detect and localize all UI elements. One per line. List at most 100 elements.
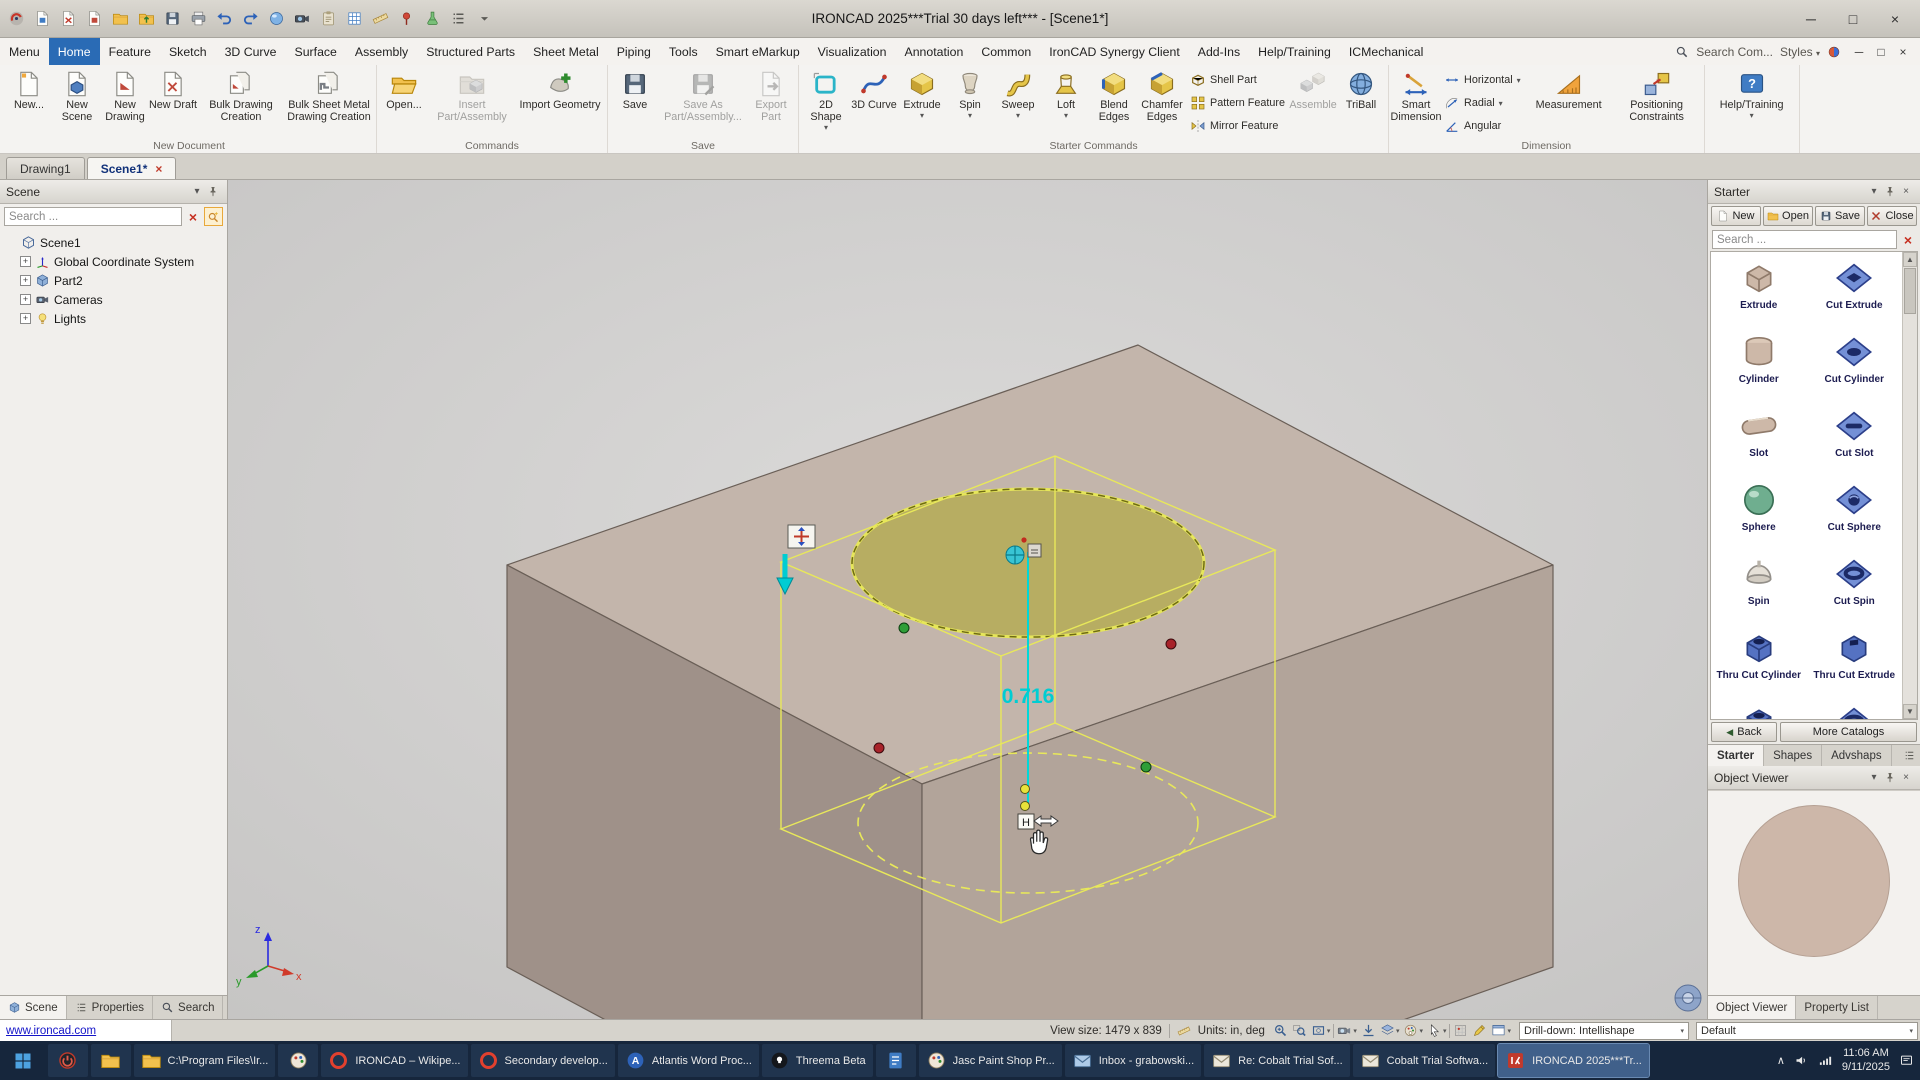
taskbar-item-jasc-paint-shop-pr[interactable]: Jasc Paint Shop Pr...	[918, 1044, 1062, 1077]
ribbon-button-shell-part[interactable]: Shell Part	[1186, 71, 1289, 89]
catalog-item-sphere[interactable]: Sphere	[1711, 478, 1807, 552]
height-handle[interactable]: H	[1017, 813, 1035, 830]
catalog-menu-icon[interactable]: ▾	[1866, 184, 1882, 200]
ribbon-button-spin[interactable]: Spin ▾	[946, 66, 994, 120]
taskbar-item-re-cobalt-trial-sof[interactable]: Re: Cobalt Trial Sof...	[1204, 1044, 1350, 1077]
ribbon-tab-home[interactable]: Home	[48, 38, 100, 65]
qat-flask-green-button[interactable]	[420, 7, 444, 31]
taskbar-item-c-program-files-ir[interactable]: C:\Program Files\Ir...	[133, 1044, 276, 1077]
taskbar-item-explorer[interactable]	[90, 1044, 131, 1077]
status-import-view-icon[interactable]	[1360, 1022, 1377, 1040]
clock[interactable]: 11:06 AM 9/11/2025	[1842, 1047, 1890, 1075]
taskbar-item-atlantis-word-proc[interactable]: A Atlantis Word Proc...	[617, 1044, 759, 1077]
ribbon-tab-icmechanical[interactable]: ICMechanical	[1340, 38, 1433, 65]
catalog-tab-shapes[interactable]: Shapes	[1764, 745, 1823, 766]
catalog-tab-advshaps[interactable]: Advshaps	[1822, 745, 1892, 766]
ribbon-tab-surface[interactable]: Surface	[286, 38, 346, 65]
ribbon-button-angular[interactable]: Angular	[1440, 117, 1525, 135]
ribbon-button-pattern-feature[interactable]: Pattern Feature	[1186, 94, 1289, 112]
status-camera-view-icon[interactable]: ▾	[1336, 1022, 1358, 1040]
catalog-clear-search-icon[interactable]: ×	[1900, 232, 1916, 248]
catalog-item-partial[interactable]	[1807, 700, 1903, 719]
status-window-mode-icon[interactable]: ▾	[1490, 1022, 1512, 1040]
ribbon-button-help-training[interactable]: ? Help/Training ▾	[1708, 66, 1796, 120]
qat-caret-dn-button[interactable]	[472, 7, 496, 31]
scrollbar-thumb[interactable]	[1904, 268, 1916, 314]
ribbon-button-smart-dimension[interactable]: Smart Dimension	[1391, 66, 1442, 123]
3d-canvas[interactable]: 0.716 H z x y	[228, 180, 1707, 1019]
ribbon-button-triball[interactable]: TriBall	[1337, 66, 1385, 111]
catalog-item-thru-cut-cylinder[interactable]: Thru Cut Cylinder	[1711, 626, 1807, 700]
ribbon-tab-smart-emarkup[interactable]: Smart eMarkup	[707, 38, 809, 65]
catalog-item-extrude[interactable]: Extrude	[1711, 256, 1807, 330]
ironcad-link[interactable]: www.ironcad.com	[0, 1020, 172, 1041]
ribbon-tab-annotation[interactable]: Annotation	[896, 38, 973, 65]
catalog-item-slot[interactable]: Slot	[1711, 404, 1807, 478]
catalog-close-button[interactable]: Close	[1867, 206, 1917, 226]
ribbon-button-save[interactable]: Save	[611, 66, 659, 111]
taskbar-item-secondary-develop[interactable]: Secondary develop...	[470, 1044, 615, 1077]
ribbon-button-bulk-drawing-creation[interactable]: Bulk Drawing Creation	[197, 66, 285, 123]
back-button[interactable]: ◀ Back	[1711, 722, 1777, 742]
ribbon-button-mirror-feature[interactable]: Mirror Feature	[1186, 117, 1289, 135]
expand-toggle-icon[interactable]: +	[20, 275, 31, 286]
catalog-list-view-icon[interactable]	[1903, 745, 1920, 766]
status-pencil-icon[interactable]	[1471, 1022, 1488, 1040]
ribbon-tab-ironcad-synergy-client[interactable]: IronCAD Synergy Client	[1040, 38, 1189, 65]
taskbar-item-inbox-grabowski[interactable]: Inbox - grabowski...	[1064, 1044, 1202, 1077]
ribbon-tab-visualization[interactable]: Visualization	[809, 38, 896, 65]
taskbar-item-paint[interactable]	[278, 1044, 319, 1077]
qat-clipboard-button[interactable]	[316, 7, 340, 31]
more-catalogs-button[interactable]: More Catalogs	[1780, 722, 1917, 742]
command-search-icon[interactable]	[1675, 45, 1689, 59]
catalog-scrollbar[interactable]: ▲ ▼	[1902, 252, 1917, 719]
ribbon-button-import-geometry[interactable]: Import Geometry	[516, 66, 604, 111]
ribbon-tab-menu[interactable]: Menu	[0, 38, 49, 65]
minimize-button[interactable]: ─	[1790, 4, 1832, 34]
panel-tab-property-list[interactable]: Property List	[1796, 996, 1878, 1019]
status-grid-snap-icon[interactable]	[1452, 1022, 1469, 1040]
catalog-item-cylinder[interactable]: Cylinder	[1711, 330, 1807, 404]
mdi-restore-button[interactable]: □	[1870, 45, 1892, 59]
ribbon-tab-feature[interactable]: Feature	[100, 38, 160, 65]
ribbon-tab-piping[interactable]: Piping	[608, 38, 660, 65]
qat-grid-blue-button[interactable]	[342, 7, 366, 31]
configuration-select[interactable]: Default ▾	[1696, 1021, 1918, 1040]
ribbon-tab-tools[interactable]: Tools	[660, 38, 707, 65]
qat-doc-blue-button[interactable]	[30, 7, 54, 31]
ribbon-tab-help-training[interactable]: Help/Training	[1249, 38, 1340, 65]
qat-render-button[interactable]	[264, 7, 288, 31]
ribbon-tab-3d-curve[interactable]: 3D Curve	[216, 38, 286, 65]
qat-floppy-button[interactable]	[160, 7, 184, 31]
doc-tab-drawing1[interactable]: Drawing1	[6, 157, 85, 179]
expand-toggle-icon[interactable]: +	[20, 256, 31, 267]
volume-icon[interactable]	[1794, 1053, 1809, 1068]
ribbon-button-new-drawing[interactable]: New Drawing	[101, 66, 149, 123]
catalog-item-spin[interactable]: Spin	[1711, 552, 1807, 626]
start-button[interactable]	[0, 1041, 46, 1080]
ribbon-button-3d-curve[interactable]: 3D Curve	[850, 66, 898, 111]
ribbon-tab-assembly[interactable]: Assembly	[346, 38, 417, 65]
scroll-up-icon[interactable]: ▲	[1903, 252, 1917, 267]
scene-panel-menu-icon[interactable]: ▾	[189, 184, 205, 200]
taskbar-item-blue-doc[interactable]	[875, 1044, 916, 1077]
pin-icon[interactable]	[205, 184, 221, 200]
ribbon-tab-structured-parts[interactable]: Structured Parts	[417, 38, 524, 65]
object-viewer-close-icon[interactable]: ×	[1898, 770, 1914, 786]
pin-icon[interactable]	[1882, 770, 1898, 786]
search-options-icon[interactable]	[204, 207, 223, 226]
status-palette-icon[interactable]: ▾	[1402, 1022, 1424, 1040]
dimension-value[interactable]: 0.716	[1002, 685, 1055, 708]
mdi-close-button[interactable]: ×	[1892, 45, 1914, 59]
catalog-item-thru-cut-extrude[interactable]: Thru Cut Extrude	[1807, 626, 1903, 700]
expand-toggle-icon[interactable]: +	[20, 294, 31, 305]
qat-printer-button[interactable]	[186, 7, 210, 31]
catalog-search-input[interactable]: Search ...	[1712, 230, 1897, 249]
close-button[interactable]: ×	[1874, 4, 1916, 34]
panel-tab-properties[interactable]: Properties	[67, 996, 154, 1019]
taskbar-item-ironcad-wikipe[interactable]: IRONCAD – Wikipe...	[321, 1044, 468, 1077]
ribbon-button-radial[interactable]: Radial ▾	[1440, 94, 1525, 112]
ribbon-button-2d-shape[interactable]: 2D Shape ▾	[802, 66, 850, 132]
doc-tab-scene1[interactable]: Scene1* ×	[86, 157, 177, 179]
taskbar-item-cobalt-trial-softwa[interactable]: Cobalt Trial Softwa...	[1352, 1044, 1496, 1077]
